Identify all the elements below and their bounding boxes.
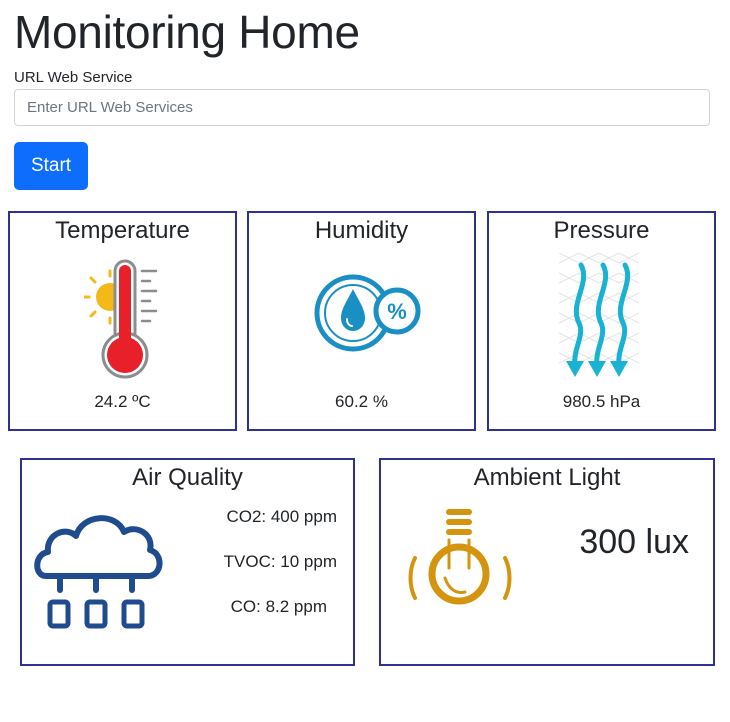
co2-value: CO2: 400 ppm [226, 507, 337, 526]
url-web-service-label: URL Web Service [14, 69, 133, 86]
pressure-arrows-icon [559, 253, 640, 377]
start-button[interactable]: Start [14, 142, 88, 190]
temperature-value: 24.2 ºC [94, 392, 151, 411]
humidity-title: Humidity [314, 217, 409, 244]
tvoc-value: TVOC: 10 ppm [223, 552, 337, 571]
temperature-card: Temperature 24.2 ºC [8, 211, 237, 431]
ambient-light-card: Ambient Light 300 lux [379, 458, 715, 666]
pressure-value: 980.5 hPa [562, 392, 641, 411]
light-bulb-icon [408, 509, 512, 605]
temperature-title: Temperature [55, 217, 190, 244]
ambient-light-value: 300 lux [579, 523, 689, 561]
air-quality-title: Air Quality [132, 464, 243, 491]
co-value: CO: 8.2 ppm [230, 597, 327, 616]
water-drop-percent-icon: % [314, 274, 421, 352]
url-web-service-input[interactable] [14, 89, 710, 126]
ambient-light-title: Ambient Light [473, 464, 621, 491]
page-title: Monitoring Home [14, 6, 360, 58]
humidity-card: Humidity % 60.2 % [247, 211, 476, 431]
humidity-value: 60.2 % [335, 392, 388, 411]
air-quality-card: Air Quality CO2: 400 ppm TVOC: 10 ppm CO… [20, 458, 355, 666]
pressure-title: Pressure [553, 217, 650, 244]
pressure-card: Pressure 980.5 hPa [487, 211, 716, 431]
thermometer-sun-icon [84, 259, 158, 379]
cloud-air-icon [34, 515, 163, 629]
svg-text:%: % [387, 299, 407, 324]
